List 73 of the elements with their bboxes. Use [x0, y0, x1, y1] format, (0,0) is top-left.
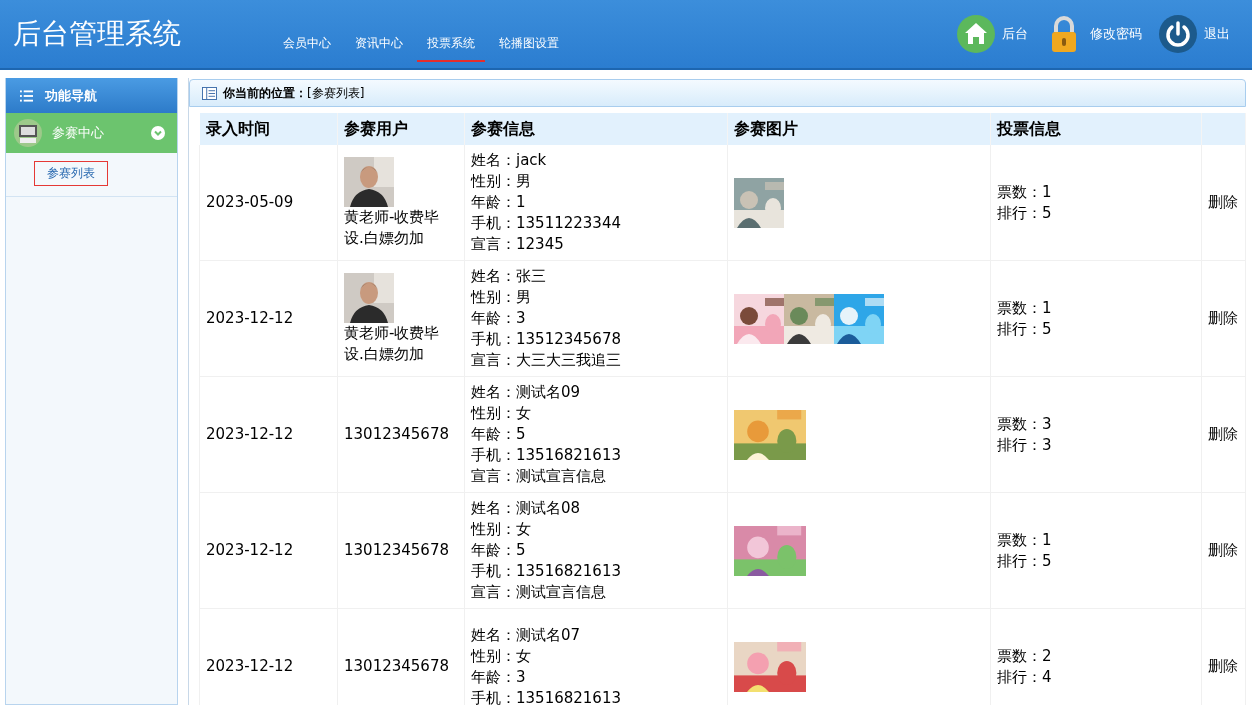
info-line: 手机：13516821613 — [471, 687, 622, 705]
user-name: 黄老师-收费毕设.白嫖勿加 — [344, 206, 441, 249]
panel-icon — [202, 86, 217, 100]
home-icon — [956, 14, 996, 54]
date-cell: 2023-12-12 — [206, 425, 294, 443]
vote-line: 排行：5 — [997, 318, 1053, 340]
header-link[interactable]: 修改密码 — [1044, 14, 1142, 54]
info-line: 宣言：12345 — [471, 234, 565, 255]
date-cell: 2023-05-09 — [206, 193, 294, 211]
vote-line: 排行：3 — [997, 434, 1053, 456]
info-line: 姓名：jack — [471, 150, 548, 171]
chevron-icon — [151, 126, 165, 140]
vote-line: 票数：2 — [997, 645, 1053, 667]
user-name: 黄老师-收费毕设.白嫖勿加 — [344, 322, 441, 365]
system-title: 后台管理系统 — [13, 16, 182, 52]
info-line: 姓名：测试名07 — [471, 624, 582, 646]
delete-link[interactable]: 删除 — [1208, 657, 1238, 675]
info-line: 姓名：测试名08 — [471, 498, 582, 519]
delete-link[interactable]: 删除 — [1208, 309, 1238, 327]
submenu-item[interactable]: 参赛列表 — [34, 161, 108, 186]
info-line: 性别：女 — [471, 519, 532, 540]
info-line: 年龄：5 — [471, 424, 527, 445]
vote-line: 票数：1 — [997, 529, 1053, 551]
header-link[interactable]: 后台 — [956, 14, 1028, 54]
header-link[interactable]: 退出 — [1158, 14, 1230, 54]
vote-line: 票数：1 — [997, 297, 1053, 319]
nav-tab[interactable]: 资讯中心 — [345, 35, 413, 62]
info-line: 姓名：张三 — [471, 266, 547, 287]
user-name: 13012345678 — [344, 424, 450, 445]
delete-link[interactable]: 删除 — [1208, 425, 1238, 443]
date-cell: 2023-12-12 — [206, 309, 294, 327]
nav-tab[interactable]: 会员中心 — [273, 35, 341, 62]
info-line: 年龄：3 — [471, 666, 527, 688]
delete-link[interactable]: 删除 — [1208, 193, 1238, 211]
computer-icon — [14, 119, 42, 147]
vote-line: 票数：3 — [997, 413, 1053, 435]
info-line: 宣言：测试宣言信息 — [471, 582, 607, 603]
info-line: 宣言：测试宣言信息 — [471, 466, 607, 487]
nav-tab[interactable]: 投票系统 — [417, 35, 485, 62]
info-line: 性别：女 — [471, 645, 532, 667]
column-header: 参赛图片 — [727, 113, 991, 145]
info-line: 手机：13512345678 — [471, 329, 622, 350]
info-line: 年龄：5 — [471, 540, 527, 561]
user-name: 13012345678 — [344, 540, 450, 561]
vote-line: 排行：5 — [997, 202, 1053, 224]
nav-tab[interactable]: 轮播图设置 — [489, 35, 569, 62]
info-line: 性别：男 — [471, 287, 532, 308]
column-header: 投票信息 — [990, 113, 1202, 145]
user-name: 13012345678 — [344, 656, 450, 677]
power-icon — [1158, 14, 1198, 54]
info-line: 性别：男 — [471, 171, 532, 192]
info-line: 年龄：1 — [471, 192, 527, 213]
info-line: 手机：13516821613 — [471, 561, 622, 582]
info-line: 年龄：3 — [471, 308, 527, 329]
vote-line: 排行：4 — [997, 666, 1053, 688]
list-icon — [20, 89, 33, 102]
column-header: 参赛用户 — [337, 113, 465, 145]
vote-line: 票数：1 — [997, 181, 1053, 203]
date-cell: 2023-12-12 — [206, 541, 294, 559]
column-header: 录入时间 — [199, 113, 338, 145]
date-cell: 2023-12-12 — [206, 657, 294, 675]
breadcrumb-path: [参赛列表] — [307, 84, 365, 102]
info-line: 宣言：大三大三我追三 — [471, 350, 622, 371]
sidebar-title: 功能导航 — [45, 86, 97, 105]
menu-group[interactable]: 参赛中心 — [6, 113, 177, 153]
info-line: 手机：13516821613 — [471, 445, 622, 466]
column-header: 参赛信息 — [464, 113, 728, 145]
info-line: 性别：女 — [471, 403, 532, 424]
info-line: 姓名：测试名09 — [471, 382, 582, 403]
vote-line: 排行：5 — [997, 550, 1053, 572]
breadcrumb-label: 你当前的位置： — [223, 84, 307, 102]
delete-link[interactable]: 删除 — [1208, 541, 1238, 559]
info-line: 手机：13511223344 — [471, 213, 622, 234]
